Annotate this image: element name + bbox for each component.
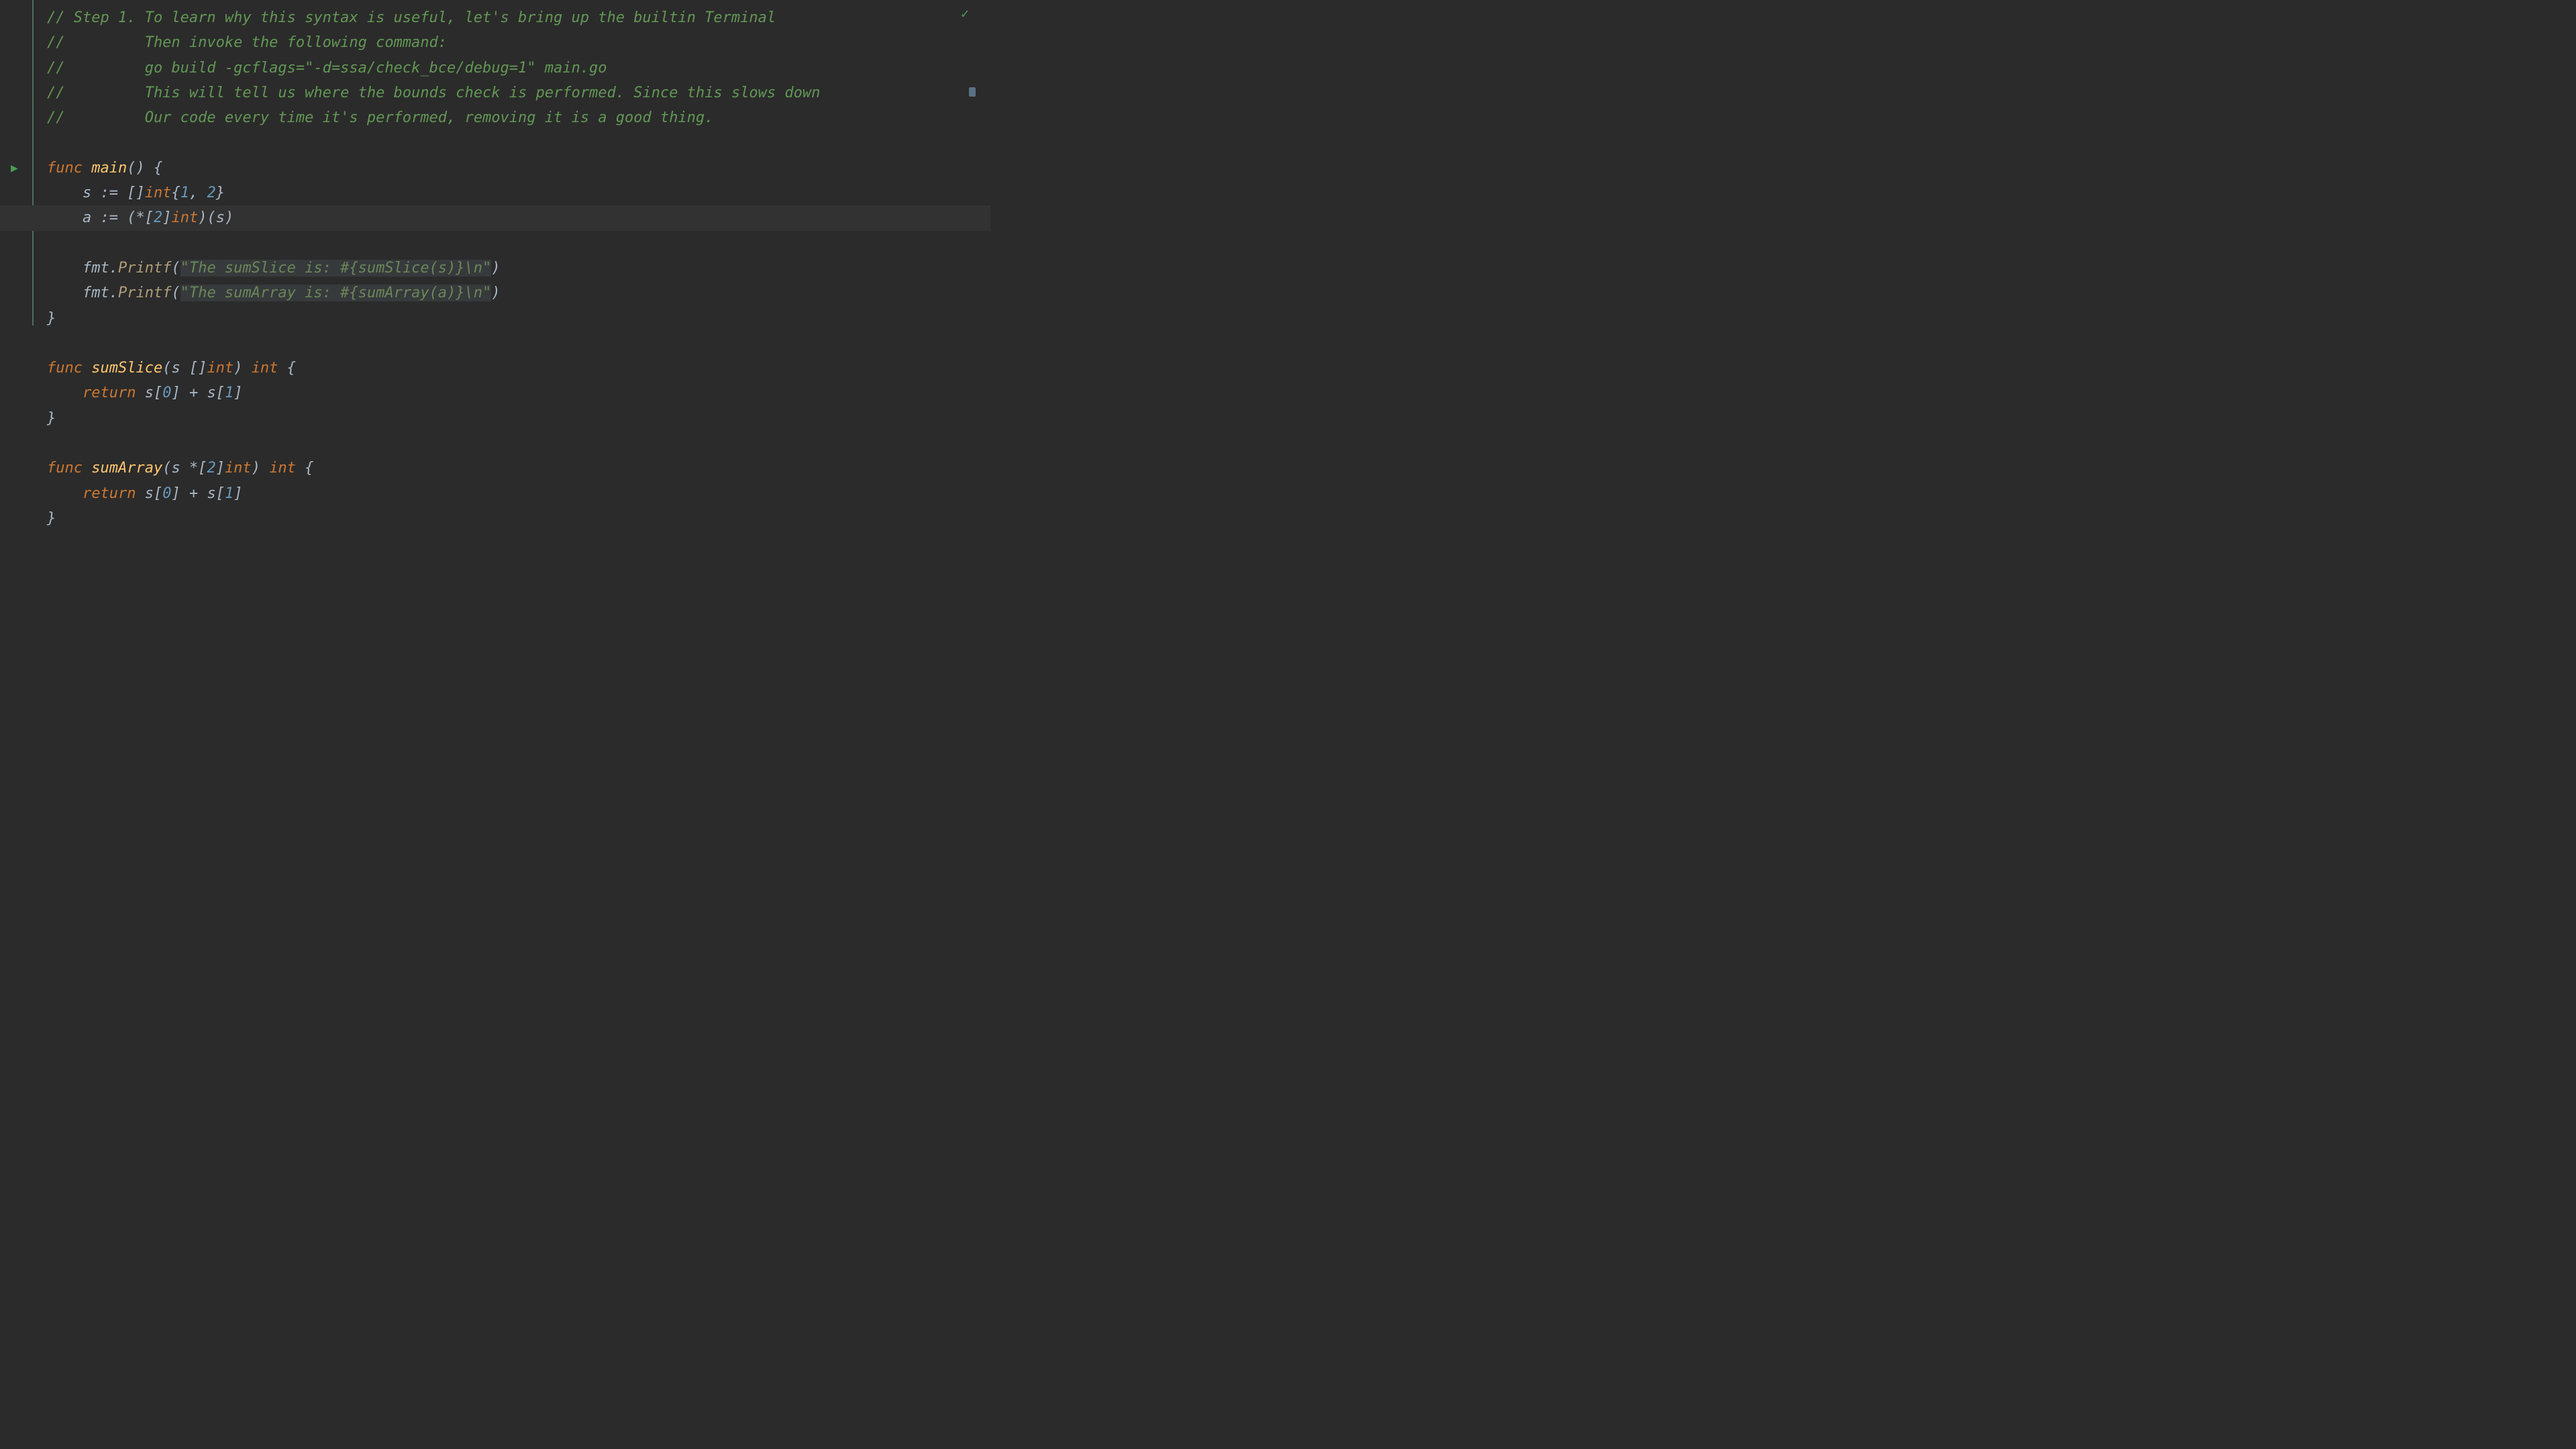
type-int: int xyxy=(225,460,252,477)
number-literal: 2 xyxy=(154,209,162,226)
comment-text: // Step 1. To learn why this syntax is u… xyxy=(47,9,776,26)
code-editor[interactable]: ▶ // Step 1. To learn why this syntax is… xyxy=(0,0,977,548)
keyword-return: return xyxy=(83,385,136,401)
type-int: int xyxy=(145,185,172,201)
code-line[interactable]: // go build -gcflags="-d=ssa/check_bce/d… xyxy=(47,56,977,81)
type-int: int xyxy=(171,209,198,226)
type-int: int xyxy=(269,460,296,477)
type-int: int xyxy=(207,360,234,377)
code-line[interactable]: } xyxy=(47,506,977,531)
keyword-func: func xyxy=(47,160,83,177)
code-line[interactable]: } xyxy=(47,406,977,431)
number-literal: 1 xyxy=(225,385,234,401)
identifier: a xyxy=(83,209,91,226)
code-line[interactable]: return s[0] + s[1] xyxy=(47,481,977,506)
code-line[interactable]: // Then invoke the following command: xyxy=(47,30,977,55)
number-literal: 1 xyxy=(225,485,234,502)
code-line[interactable]: return s[0] + s[1] xyxy=(47,381,977,405)
code-line[interactable]: func sumSlice(s []int) int { xyxy=(47,356,977,381)
method-name: Printf xyxy=(118,285,171,301)
code-line[interactable]: } xyxy=(47,306,977,331)
number-literal: 2 xyxy=(207,460,215,477)
scrollbar-track[interactable] xyxy=(968,0,977,548)
type-int: int xyxy=(252,360,278,377)
function-name: sumArray xyxy=(91,460,162,477)
method-name: Printf xyxy=(118,260,171,277)
comment-text: // Then invoke the following command: xyxy=(47,34,447,51)
comment-text: // go build -gcflags="-d=ssa/check_bce/d… xyxy=(47,60,607,77)
code-line[interactable]: fmt.Printf("The sumArray is: #{sumArray(… xyxy=(47,281,977,305)
code-line[interactable]: func main() { xyxy=(47,156,977,181)
code-line[interactable]: // Step 1. To learn why this syntax is u… xyxy=(47,5,977,30)
code-area[interactable]: // Step 1. To learn why this syntax is u… xyxy=(34,0,977,548)
function-name: sumSlice xyxy=(91,360,162,377)
code-line[interactable]: // Our code every time it's performed, r… xyxy=(47,105,977,130)
string-literal: "The sumSlice is: #{sumSlice(s)}\n" xyxy=(181,260,492,277)
code-line-empty[interactable] xyxy=(47,231,977,256)
comment-text: // This will tell us where the bounds ch… xyxy=(47,85,820,101)
number-literal: 0 xyxy=(162,485,171,502)
code-line[interactable]: s := []int{1, 2} xyxy=(47,181,977,205)
function-name: main xyxy=(91,160,127,177)
editor-gutter: ▶ xyxy=(0,0,34,548)
identifier: s xyxy=(83,185,91,201)
keyword-func: func xyxy=(47,360,83,377)
code-line-current[interactable]: a := (*[2]int)(s) xyxy=(0,205,990,230)
code-line[interactable]: fmt.Printf("The sumSlice is: #{sumSlice(… xyxy=(47,256,977,281)
scrollbar-thumb[interactable] xyxy=(969,87,976,97)
number-literal: 0 xyxy=(162,385,171,401)
comment-text: // Our code every time it's performed, r… xyxy=(47,109,713,126)
run-gutter-icon[interactable]: ▶ xyxy=(11,161,18,175)
package-ref: fmt. xyxy=(83,260,118,277)
code-line[interactable]: // This will tell us where the bounds ch… xyxy=(47,81,977,105)
number-literal: 1 xyxy=(181,185,189,201)
code-line-empty[interactable] xyxy=(47,331,977,356)
keyword-func: func xyxy=(47,460,83,477)
keyword-return: return xyxy=(83,485,136,502)
number-literal: 2 xyxy=(207,185,215,201)
code-line-empty[interactable] xyxy=(47,130,977,155)
string-literal: "The sumArray is: #{sumArray(a)}\n" xyxy=(181,285,492,301)
code-line[interactable]: func sumArray(s *[2]int) int { xyxy=(47,456,977,481)
package-ref: fmt. xyxy=(83,285,118,301)
code-line-empty[interactable] xyxy=(47,431,977,456)
